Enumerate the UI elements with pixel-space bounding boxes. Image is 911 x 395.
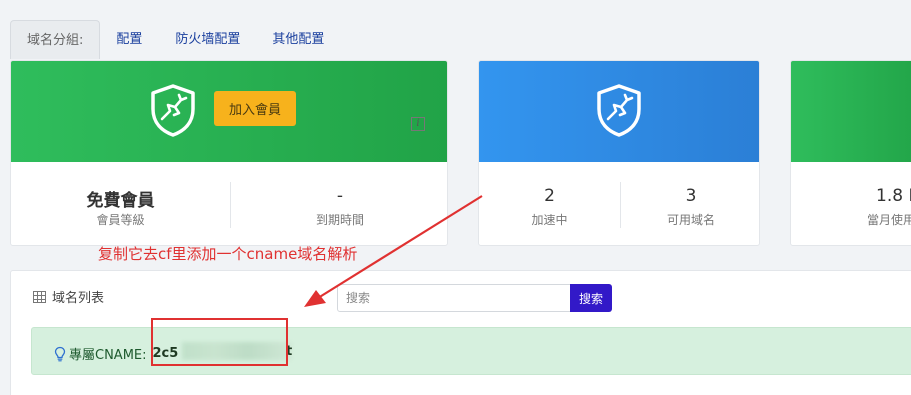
shield-deer-icon (597, 84, 641, 137)
accelerating-value: 2 (544, 186, 555, 206)
domain-list-header: 域名列表 (33, 287, 104, 306)
domain-list-title: 域名列表 (52, 291, 105, 306)
expire-value: - (336, 186, 344, 206)
cname-label: 專屬CNAME: (69, 348, 147, 363)
tab-bar: 域名分組: 配置 防火墙配置 其他配置 (10, 20, 340, 60)
member-card-header: 加入會員 (11, 61, 447, 162)
accel-card-header (479, 61, 759, 162)
tab-domain-group[interactable]: 域名分組: (10, 20, 101, 59)
member-card-body: 免費會員 會員等級 - 到期時間 (11, 162, 447, 245)
accel-card: 2 加速中 3 可用域名 (478, 60, 760, 246)
usage-card-header (791, 61, 911, 162)
available-domains-value: 3 (685, 186, 697, 206)
join-member-button[interactable]: 加入會員 (214, 91, 296, 126)
search-input[interactable] (337, 284, 571, 312)
info-icon[interactable]: i (411, 117, 425, 131)
domain-list-panel: 域名列表 搜索 專屬CNAME: 2c5 t (10, 270, 911, 395)
accelerating-label: 加速中 (531, 213, 568, 227)
tab-other-config[interactable]: 其他配置 (256, 20, 340, 59)
tab-config[interactable]: 配置 (100, 20, 159, 59)
usage-card: 1.8 M 當月使用 (790, 60, 911, 246)
member-card: 加入會員 免費會員 會員等級 - 到期時間 (10, 60, 448, 246)
shield-deer-icon (151, 84, 195, 137)
annotation-highlight-box (151, 318, 288, 366)
expire-label: 到期時間 (315, 213, 364, 227)
lightbulb-icon (54, 346, 66, 361)
accel-card-body: 2 加速中 3 可用域名 (479, 162, 759, 245)
tab-firewall-config[interactable]: 防火墙配置 (159, 20, 256, 59)
member-level-value: 免費會員 (86, 191, 155, 211)
available-domains-label: 可用域名 (666, 213, 715, 227)
search-button[interactable]: 搜索 (570, 284, 612, 312)
usage-stat: 1.8 M 當月使用 (849, 162, 911, 245)
member-level-stat: 免費會員 會員等級 (11, 162, 230, 245)
table-grid-icon (33, 290, 46, 303)
usage-value: 1.8 M (876, 186, 911, 206)
annotation-text: 复制它去cf里添加一个cname域名解析 (98, 245, 358, 263)
usage-label: 當月使用 (867, 213, 911, 227)
accelerating-stat: 2 加速中 (479, 162, 620, 245)
available-domains-stat: 3 可用域名 (621, 162, 759, 245)
member-level-label: 會員等級 (96, 213, 145, 227)
expire-stat: - 到期時間 (231, 162, 447, 245)
usage-card-body: 1.8 M 當月使用 (791, 162, 911, 245)
